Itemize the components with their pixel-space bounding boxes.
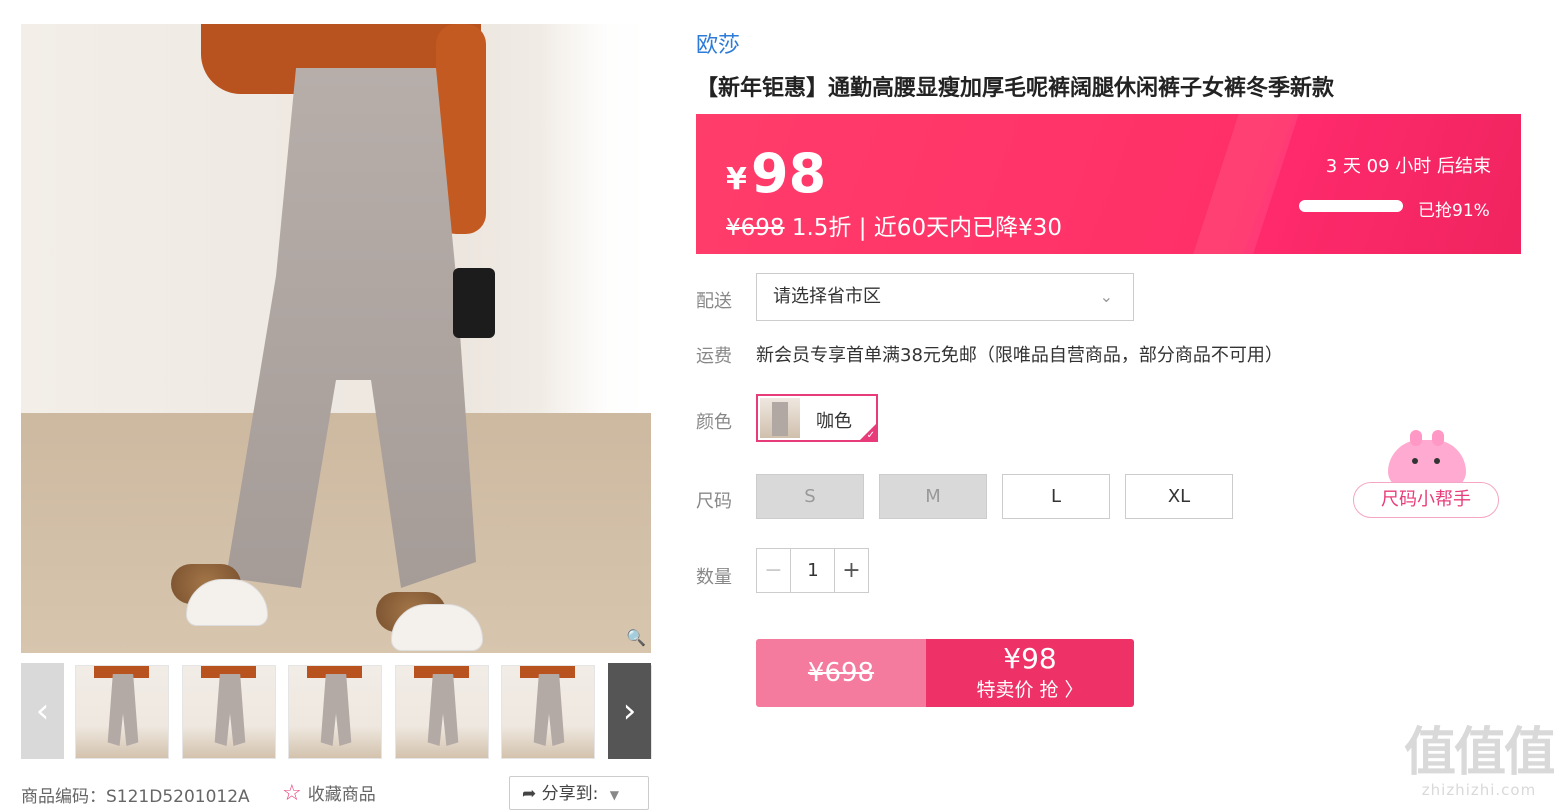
quantity-value[interactable]: 1 — [791, 549, 835, 592]
price-subline: ¥698 1.5折 | 近60天内已降¥30 — [726, 208, 1062, 242]
grab-progress-bar — [1299, 200, 1403, 212]
shipping-label: 运费 — [696, 346, 732, 367]
current-price: 98 — [751, 142, 827, 205]
grabbed-percent: 已抢91% — [1418, 201, 1490, 221]
shipping-text: 新会员专享首单满38元免邮（限唯品自营商品，部分商品不可用） — [756, 345, 1283, 366]
buy-price: ¥98 — [1003, 642, 1057, 675]
favorite-button[interactable]: ☆ 收藏商品 — [282, 780, 376, 806]
thumbnail[interactable] — [501, 665, 595, 759]
color-label: 颜色 — [696, 412, 732, 433]
watermark-logo: 值值值 — [1404, 723, 1554, 783]
site-watermark: 值值值 zhizhizhi.com — [1404, 725, 1554, 810]
favorite-label: 收藏商品 — [307, 785, 376, 805]
product-title: 【新年钜惠】通勤高腰显瘦加厚毛呢裤阔腿休闲裤子女裤冬季新款 — [696, 76, 1335, 101]
buy-original-price[interactable]: ¥698 — [756, 639, 926, 707]
currency-symbol: ¥ — [726, 162, 747, 197]
countdown-timer: 3 天 09 小时 后结束 — [1325, 156, 1491, 177]
size-label: 尺码 — [696, 491, 732, 512]
size-option-m[interactable]: M — [879, 474, 987, 519]
thumbnail[interactable] — [288, 665, 382, 759]
color-swatch — [760, 398, 800, 438]
region-select[interactable]: 请选择省市区 ⌄ — [756, 273, 1134, 321]
size-helper-mascot[interactable] — [1388, 430, 1466, 488]
chevron-down-icon: ⌄ — [1099, 287, 1113, 306]
chevron-left-icon[interactable]: ‹ — [21, 663, 64, 759]
size-option-l[interactable]: L — [1002, 474, 1110, 519]
handbag — [453, 268, 495, 338]
quantity-label: 数量 — [696, 567, 732, 588]
size-option-s[interactable]: S — [756, 474, 864, 519]
size-helper-button[interactable]: 尺码小帮手 — [1353, 482, 1499, 518]
delivery-label: 配送 — [696, 291, 732, 312]
chevron-right-icon[interactable]: › — [608, 663, 651, 759]
color-option-label: 咖色 — [816, 411, 852, 432]
buy-now-button[interactable]: ¥98 特卖价 抢 〉 — [926, 639, 1134, 707]
quantity-stepper[interactable]: − 1 + — [756, 548, 869, 593]
discount-text: 1.5折 | 近60天内已降¥30 — [784, 215, 1062, 241]
size-option-xl[interactable]: XL — [1125, 474, 1233, 519]
main-product-image[interactable]: 🔍 — [21, 24, 651, 653]
star-icon: ☆ — [282, 781, 302, 806]
thumbnail[interactable] — [182, 665, 276, 759]
brand-link[interactable]: 欧莎 — [696, 27, 740, 59]
share-button[interactable]: ➦ 分享到: ▼ — [509, 776, 649, 810]
sku-code: 商品编码：S121D5201012A — [21, 787, 250, 807]
check-icon: ✓ — [866, 430, 875, 441]
price-banner: ¥ 98 ¥698 1.5折 | 近60天内已降¥30 3 天 09 小时 后结… — [696, 114, 1521, 254]
share-icon: ➦ — [522, 784, 537, 804]
dropdown-caret-icon: ▼ — [609, 788, 620, 802]
color-option-coffee[interactable]: 咖色 ✓ — [756, 394, 878, 442]
original-price: ¥698 — [726, 215, 785, 241]
share-label: 分享到: — [541, 784, 599, 804]
thumbnail[interactable] — [75, 665, 169, 759]
watermark-url: zhizhizhi.com — [1421, 781, 1537, 799]
shoe-right — [391, 604, 483, 651]
region-select-value: 请选择省市区 — [773, 286, 881, 307]
thumbnail[interactable] — [395, 665, 489, 759]
floor — [21, 413, 651, 653]
quantity-increase-button[interactable]: + — [834, 549, 868, 592]
quantity-decrease-button[interactable]: − — [757, 549, 791, 592]
zoom-icon[interactable]: 🔍 — [625, 627, 647, 649]
buy-action-label: 特卖价 抢 〉 — [976, 679, 1084, 701]
